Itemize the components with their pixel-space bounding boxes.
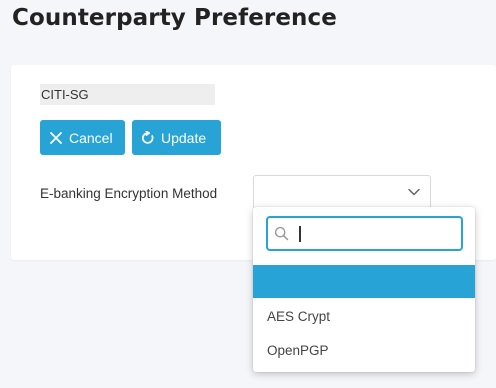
dropdown-option-aes-crypt[interactable]: AES Crypt (253, 300, 475, 333)
cancel-button-label: Cancel (69, 129, 113, 146)
refresh-icon (141, 130, 155, 145)
encryption-method-select[interactable] (253, 175, 431, 209)
page: Counterparty Preference CITI-SG Cancel U… (0, 0, 496, 388)
dropdown-option-empty[interactable] (253, 265, 475, 298)
cancel-button[interactable]: Cancel (40, 120, 125, 155)
dropdown-option-openpgp[interactable]: OpenPGP (253, 334, 475, 367)
chevron-down-icon (407, 185, 421, 199)
encryption-method-label: E-banking Encryption Method (40, 186, 218, 201)
counterparty-name: CITI-SG (40, 84, 215, 105)
encryption-method-dropdown: AES Crypt OpenPGP (253, 207, 475, 372)
update-button-label: Update (161, 129, 207, 146)
dropdown-search-input[interactable] (296, 224, 456, 244)
dropdown-search[interactable] (266, 216, 463, 251)
page-title: Counterparty Preference (12, 5, 337, 31)
close-icon (49, 131, 63, 145)
update-button[interactable]: Update (132, 120, 221, 155)
search-icon (274, 226, 289, 241)
